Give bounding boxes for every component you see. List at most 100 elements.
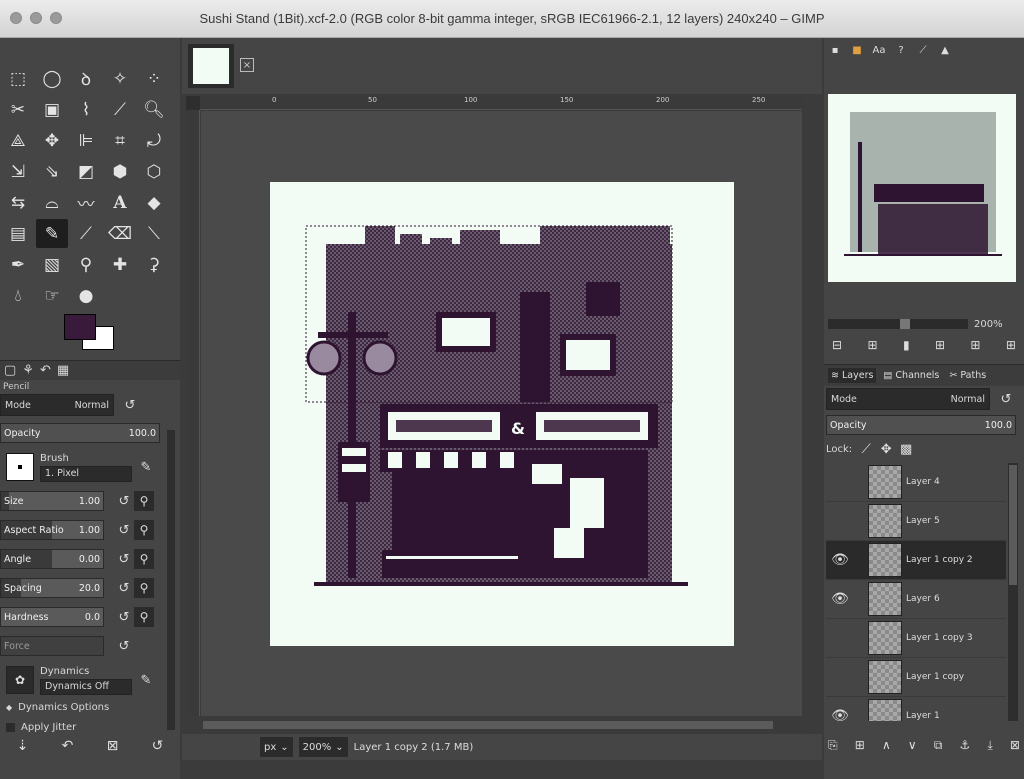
horizontal-ruler[interactable]: 0 50 100 150 200 250 <box>200 96 802 110</box>
color-select-icon[interactable]: ⁘ <box>138 64 170 93</box>
reset-options-icon[interactable]: ↺ <box>152 738 164 754</box>
horizontal-scrollbar[interactable] <box>201 718 801 732</box>
hardness-slider[interactable]: Hardness 0.0 <box>0 607 104 627</box>
size-slider[interactable]: Size 1.00 <box>0 491 104 511</box>
new-layer-group-icon[interactable]: ⊞ <box>855 738 865 753</box>
measure-icon[interactable]: ⟁ <box>2 126 34 155</box>
patterns-tab-icon[interactable]: ■ <box>848 42 866 58</box>
apply-jitter-row[interactable]: Apply Jitter <box>0 720 166 734</box>
reset-layer-mode-icon[interactable]: ↺ <box>996 389 1016 409</box>
eraser-icon[interactable]: ⌫ <box>104 219 136 248</box>
link-angle-icon[interactable]: ⚲ <box>134 549 154 569</box>
navigator-preview[interactable] <box>828 94 1016 282</box>
mode-select[interactable]: Mode Normal <box>0 394 114 416</box>
crop-icon[interactable]: ⌗ <box>104 126 136 155</box>
smudge-icon[interactable]: ☞ <box>36 281 68 310</box>
close-window-button[interactable] <box>10 12 22 24</box>
opacity-slider[interactable]: Opacity 100.0 <box>0 423 160 443</box>
shrink-wrap-icon[interactable]: ⊞ <box>1006 338 1016 352</box>
airbrush-icon[interactable]: ⟍ <box>138 219 170 248</box>
scissors-icon[interactable]: ✂ <box>2 95 34 124</box>
eye-icon[interactable]: 👁︎ <box>826 541 854 580</box>
anchor-layer-icon[interactable]: ⚓ <box>960 738 971 753</box>
zoom-fill-icon[interactable]: ⊞ <box>970 338 980 352</box>
layer-row[interactable]: Layer 4 <box>826 463 1006 502</box>
restore-options-icon[interactable]: ↶ <box>62 738 74 754</box>
link-aspect-icon[interactable]: ⚲ <box>134 520 154 540</box>
brush-name-field[interactable]: 1. Pixel <box>40 465 132 482</box>
help-tab-icon[interactable]: ? <box>892 42 910 58</box>
flip-icon[interactable]: ⇆ <box>2 188 34 217</box>
merge-layer-icon[interactable]: ⤓ <box>987 738 992 753</box>
link-spacing-icon[interactable]: ⚲ <box>134 578 154 598</box>
cage-transform-icon[interactable]: ⌓ <box>36 188 68 217</box>
lock-pixels-icon[interactable]: ⟋ <box>856 439 876 459</box>
zoom-out-icon[interactable]: ⊟ <box>832 338 842 352</box>
text-icon[interactable]: A <box>104 188 136 217</box>
blur-icon[interactable]: 💧︎ <box>2 281 34 310</box>
fonts-tab-icon[interactable]: Aa <box>870 42 888 58</box>
tab-paths[interactable]: ✂ Paths <box>946 368 989 383</box>
close-tab-icon[interactable]: × <box>240 58 254 72</box>
layer-row[interactable]: 👁︎ Layer 6 <box>826 580 1006 619</box>
zoom-one-icon[interactable]: ▮ <box>903 338 910 352</box>
reset-mode-icon[interactable]: ↺ <box>120 395 140 415</box>
spacing-slider[interactable]: Spacing 20.0 <box>0 578 104 598</box>
navigator-zoom-knob[interactable] <box>900 319 910 329</box>
eye-icon[interactable]: 👁︎ <box>826 580 854 619</box>
reset-aspect-icon[interactable]: ↺ <box>114 520 134 540</box>
image-tab[interactable] <box>188 44 234 88</box>
link-size-icon[interactable]: ⚲ <box>134 491 154 511</box>
layer-row[interactable]: Layer 1 copy <box>826 658 1006 697</box>
paths-icon[interactable]: ⌇ <box>70 95 102 124</box>
eye-icon[interactable]: 👁︎ <box>826 697 854 721</box>
zoom-fit-icon[interactable]: ⊞ <box>935 338 945 352</box>
reset-size-icon[interactable]: ↺ <box>114 491 134 511</box>
paintbrush-icon[interactable]: ⟋ <box>70 219 102 248</box>
lock-alpha-icon[interactable]: ▩ <box>896 439 916 459</box>
force-slider[interactable]: Force <box>0 636 104 656</box>
raise-layer-icon[interactable]: ∧ <box>882 738 891 753</box>
perspective-clone-icon[interactable]: ⚳ <box>138 250 170 279</box>
rotate-icon[interactable]: ⤾ <box>138 126 170 155</box>
layer-mode-select[interactable]: Mode Normal <box>826 388 990 410</box>
paint-tab-icon[interactable]: ⟋ <box>914 42 932 58</box>
layer-row[interactable]: 👁︎ Layer 1 <box>826 697 1006 721</box>
unit-select[interactable]: px ⌄ <box>260 737 293 757</box>
save-options-icon[interactable]: ⇣ <box>17 738 29 754</box>
free-select-icon[interactable]: ꝺ <box>70 64 102 93</box>
layer-opacity-slider[interactable]: Opacity 100.0 <box>826 415 1016 435</box>
warp-icon[interactable]: 〰 <box>70 188 102 217</box>
link-hardness-icon[interactable]: ⚲ <box>134 607 154 627</box>
apply-jitter-checkbox[interactable] <box>6 722 15 732</box>
ruler-corner[interactable] <box>186 96 200 110</box>
aspect-ratio-slider[interactable]: Aspect Ratio 1.00 <box>0 520 104 540</box>
vertical-ruler[interactable] <box>186 110 200 716</box>
color-picker-icon[interactable]: ⟋ <box>104 95 136 124</box>
clone-icon[interactable]: ⚲ <box>70 250 102 279</box>
zoom-window-button[interactable] <box>50 12 62 24</box>
zoom-in-icon[interactable]: ⊞ <box>867 338 877 352</box>
heal-icon[interactable]: ✚ <box>104 250 136 279</box>
minimize-window-button[interactable] <box>30 12 42 24</box>
edit-dynamics-icon[interactable]: ✎ <box>136 670 156 690</box>
bucket-fill-icon[interactable]: ◆ <box>138 188 170 217</box>
pencil-icon[interactable]: ✎ <box>36 219 68 248</box>
tool-options-tab-icon[interactable]: ▢ <box>4 363 16 378</box>
reset-spacing-icon[interactable]: ↺ <box>114 578 134 598</box>
navigator-zoom-slider[interactable] <box>828 319 968 329</box>
reset-angle-icon[interactable]: ↺ <box>114 549 134 569</box>
delete-layer-icon[interactable]: ⊠ <box>1010 738 1020 753</box>
new-layer-icon[interactable]: ⎘ <box>828 738 838 753</box>
horizontal-scroll-thumb[interactable] <box>203 721 773 729</box>
move-icon[interactable]: ✥ <box>36 126 68 155</box>
navigation-tab-icon[interactable]: ▲ <box>936 42 954 58</box>
edit-brush-icon[interactable]: ✎ <box>136 457 156 477</box>
layers-scroll-thumb[interactable] <box>1009 465 1017 585</box>
layer-row[interactable]: 👁︎ Layer 1 copy 2 <box>826 541 1006 580</box>
rect-select-icon[interactable]: ⬚ <box>2 64 34 93</box>
lock-position-icon[interactable]: ✥ <box>876 439 896 459</box>
3d-transform-icon[interactable]: ⬡ <box>138 157 170 186</box>
shear-icon[interactable]: ⇘ <box>36 157 68 186</box>
scale-icon[interactable]: ⇲ <box>2 157 34 186</box>
